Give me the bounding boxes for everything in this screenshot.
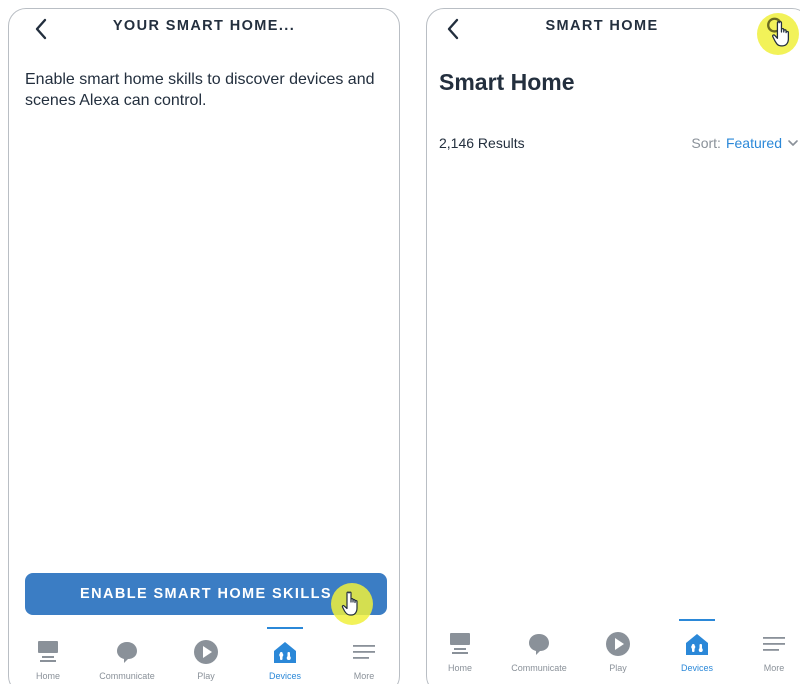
devices-house-icon	[274, 642, 296, 663]
sort-dropdown[interactable]: Sort: Featured	[691, 135, 799, 151]
menu-lines-icon	[353, 645, 375, 659]
right-phone-screen: SMART HOME Smart Home 2,146 Results Sort…	[426, 8, 800, 684]
chat-bubble-icon	[529, 634, 549, 655]
nav-label: Devices	[680, 663, 713, 673]
nav-label: Home	[35, 671, 60, 681]
nav-communicate[interactable]: Communicate	[92, 627, 162, 684]
top-bar: SMART HOME	[427, 9, 800, 47]
nav-play[interactable]: Play	[583, 619, 653, 684]
left-phone-screen: YOUR SMART HOME... Enable smart home ski…	[8, 8, 400, 684]
search-button[interactable]	[757, 13, 799, 55]
home-icon	[38, 641, 58, 662]
smart-home-description: Enable smart home skills to discover dev…	[25, 71, 375, 109]
nav-home[interactable]: Home	[13, 627, 83, 684]
nav-more[interactable]: More	[329, 627, 399, 684]
enable-button-label: ENABLE SMART HOME SKILLS	[80, 586, 332, 602]
results-count: 2,146 Results	[439, 135, 525, 151]
play-icon	[606, 632, 630, 656]
home-icon	[450, 633, 470, 654]
nav-more[interactable]: More	[739, 619, 800, 684]
bottom-navigation: Home Communicate Play Devices More	[427, 619, 800, 684]
page-title: SMART HOME	[545, 18, 659, 34]
tap-indicator	[331, 583, 373, 625]
nav-label: Devices	[268, 671, 301, 681]
nav-devices[interactable]: Devices	[250, 627, 320, 684]
page-title: YOUR SMART HOME...	[112, 18, 296, 34]
nav-label: More	[763, 663, 785, 673]
sort-value: Featured	[725, 135, 782, 151]
chevron-down-icon	[788, 140, 798, 146]
active-tab-indicator	[267, 627, 303, 629]
bottom-navigation: Home Communicate Play Devices More	[9, 627, 399, 684]
sort-label: Sort:	[691, 135, 721, 151]
nav-label: More	[353, 671, 375, 681]
nav-communicate[interactable]: Communicate	[504, 619, 574, 684]
results-row: 2,146 Results Sort: Featured	[439, 135, 799, 155]
hand-pointer-icon	[341, 591, 358, 616]
nav-home[interactable]: Home	[427, 619, 495, 684]
nav-label: Communicate	[99, 671, 155, 681]
active-tab-indicator	[679, 619, 715, 621]
nav-label: Communicate	[511, 663, 567, 673]
search-icon	[767, 17, 790, 47]
menu-lines-icon	[763, 637, 785, 651]
play-icon	[194, 640, 218, 664]
nav-label: Play	[609, 663, 627, 673]
nav-label: Home	[447, 663, 472, 673]
nav-label: Play	[197, 671, 215, 681]
nav-play[interactable]: Play	[171, 627, 241, 684]
nav-devices[interactable]: Devices	[662, 619, 732, 684]
page-heading: Smart Home	[439, 69, 575, 95]
devices-house-icon	[686, 634, 708, 655]
top-bar: YOUR SMART HOME...	[9, 9, 399, 47]
chat-bubble-icon	[117, 642, 137, 663]
